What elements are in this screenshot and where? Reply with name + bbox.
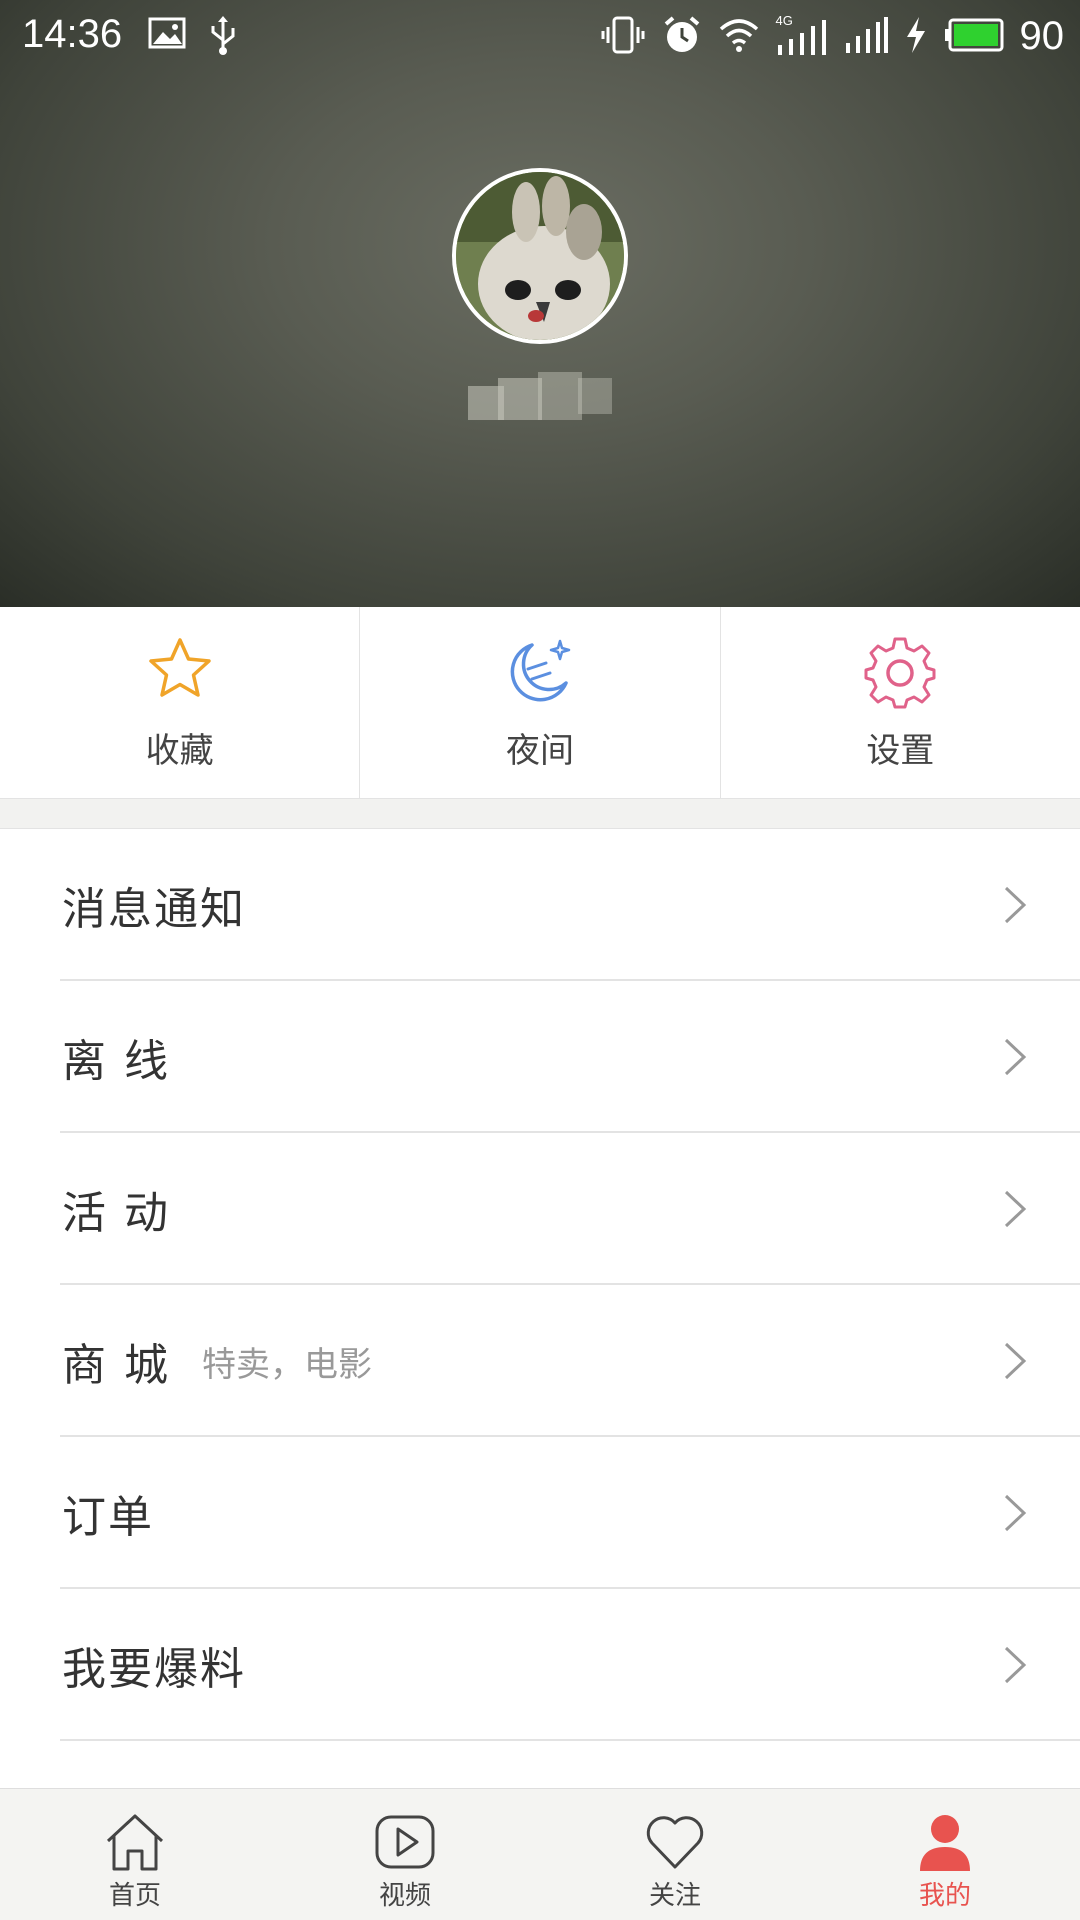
star-icon [148,638,211,697]
menu-item-label: 消息通知 [62,884,246,935]
quick-actions: 收藏 夜间 设置 [0,607,1080,799]
settings-label: 设置 [866,731,935,771]
nav-video[interactable]: 视频 [270,1789,540,1920]
battery-icon [944,17,1004,57]
favorites-label: 收藏 [145,731,214,771]
usb-icon [208,16,238,60]
night-mode-button[interactable]: 夜间 [360,607,721,798]
chevron-right-icon [1004,1494,1027,1532]
gear-icon [864,637,936,709]
home-icon [106,1814,164,1871]
menu-item-notifications[interactable]: 消息通知 [0,829,1080,981]
nav-follow[interactable]: 关注 [540,1789,810,1920]
settings-button[interactable]: 设置 [721,607,1080,798]
nav-home-label: 首页 [108,1881,161,1911]
status-bar: 14:36 4G 90 [0,0,1080,75]
status-time: 14:36 [22,12,123,56]
username-blurred [468,372,612,432]
nav-video-label: 视频 [378,1881,431,1911]
menu-item-label: 订单 [62,1492,154,1543]
chevron-right-icon [1004,1038,1027,1076]
menu-item-label: 商 城 [62,1340,170,1391]
bottom-nav: 首页 视频 关注 我的 [0,1788,1080,1920]
avatar[interactable] [452,168,628,344]
signal-icon [844,15,888,59]
menu-item-mall[interactable]: 商 城 特卖，电影 [0,1285,1080,1437]
section-divider [0,799,1080,829]
profile-header: 14:36 4G 90 [0,0,1080,607]
menu-item-activities[interactable]: 活 动 [0,1133,1080,1285]
profile-icon [920,1815,970,1871]
chevron-right-icon [1004,1342,1027,1380]
image-icon [148,16,188,60]
video-icon [375,1815,435,1869]
menu-item-submit-tip[interactable]: 我要爆料 [0,1589,1080,1741]
menu-item-subtitle: 特卖，电影 [202,1344,372,1385]
chevron-right-icon [1004,1190,1027,1228]
wifi-icon [718,17,760,57]
night-mode-label: 夜间 [505,731,574,771]
menu-item-offline[interactable]: 离 线 [0,981,1080,1133]
menu-item-label: 活 动 [62,1188,170,1239]
menu-item-label: 我要爆料 [62,1644,246,1695]
menu-item-label: 离 线 [62,1036,170,1087]
favorites-button[interactable]: 收藏 [0,607,361,798]
signal-4g-icon: 4G [776,13,828,57]
chevron-right-icon [1004,1646,1027,1684]
nav-me[interactable]: 我的 [810,1789,1080,1920]
nav-me-label: 我的 [918,1881,971,1911]
nav-follow-label: 关注 [648,1881,701,1911]
chevron-right-icon [1004,886,1027,924]
menu-item-orders[interactable]: 订单 [0,1437,1080,1589]
avatar-photo [456,172,624,340]
nav-home[interactable]: 首页 [0,1789,270,1920]
vibrate-icon [600,15,646,59]
battery-level: 90 [1019,14,1065,58]
charging-icon [904,15,928,59]
heart-icon [646,1816,704,1869]
moon-icon [510,639,571,702]
menu-list: 消息通知 离 线 活 动 商 城 特卖，电影 订单 我要爆料 [0,829,1080,1741]
alarm-icon [662,15,702,59]
